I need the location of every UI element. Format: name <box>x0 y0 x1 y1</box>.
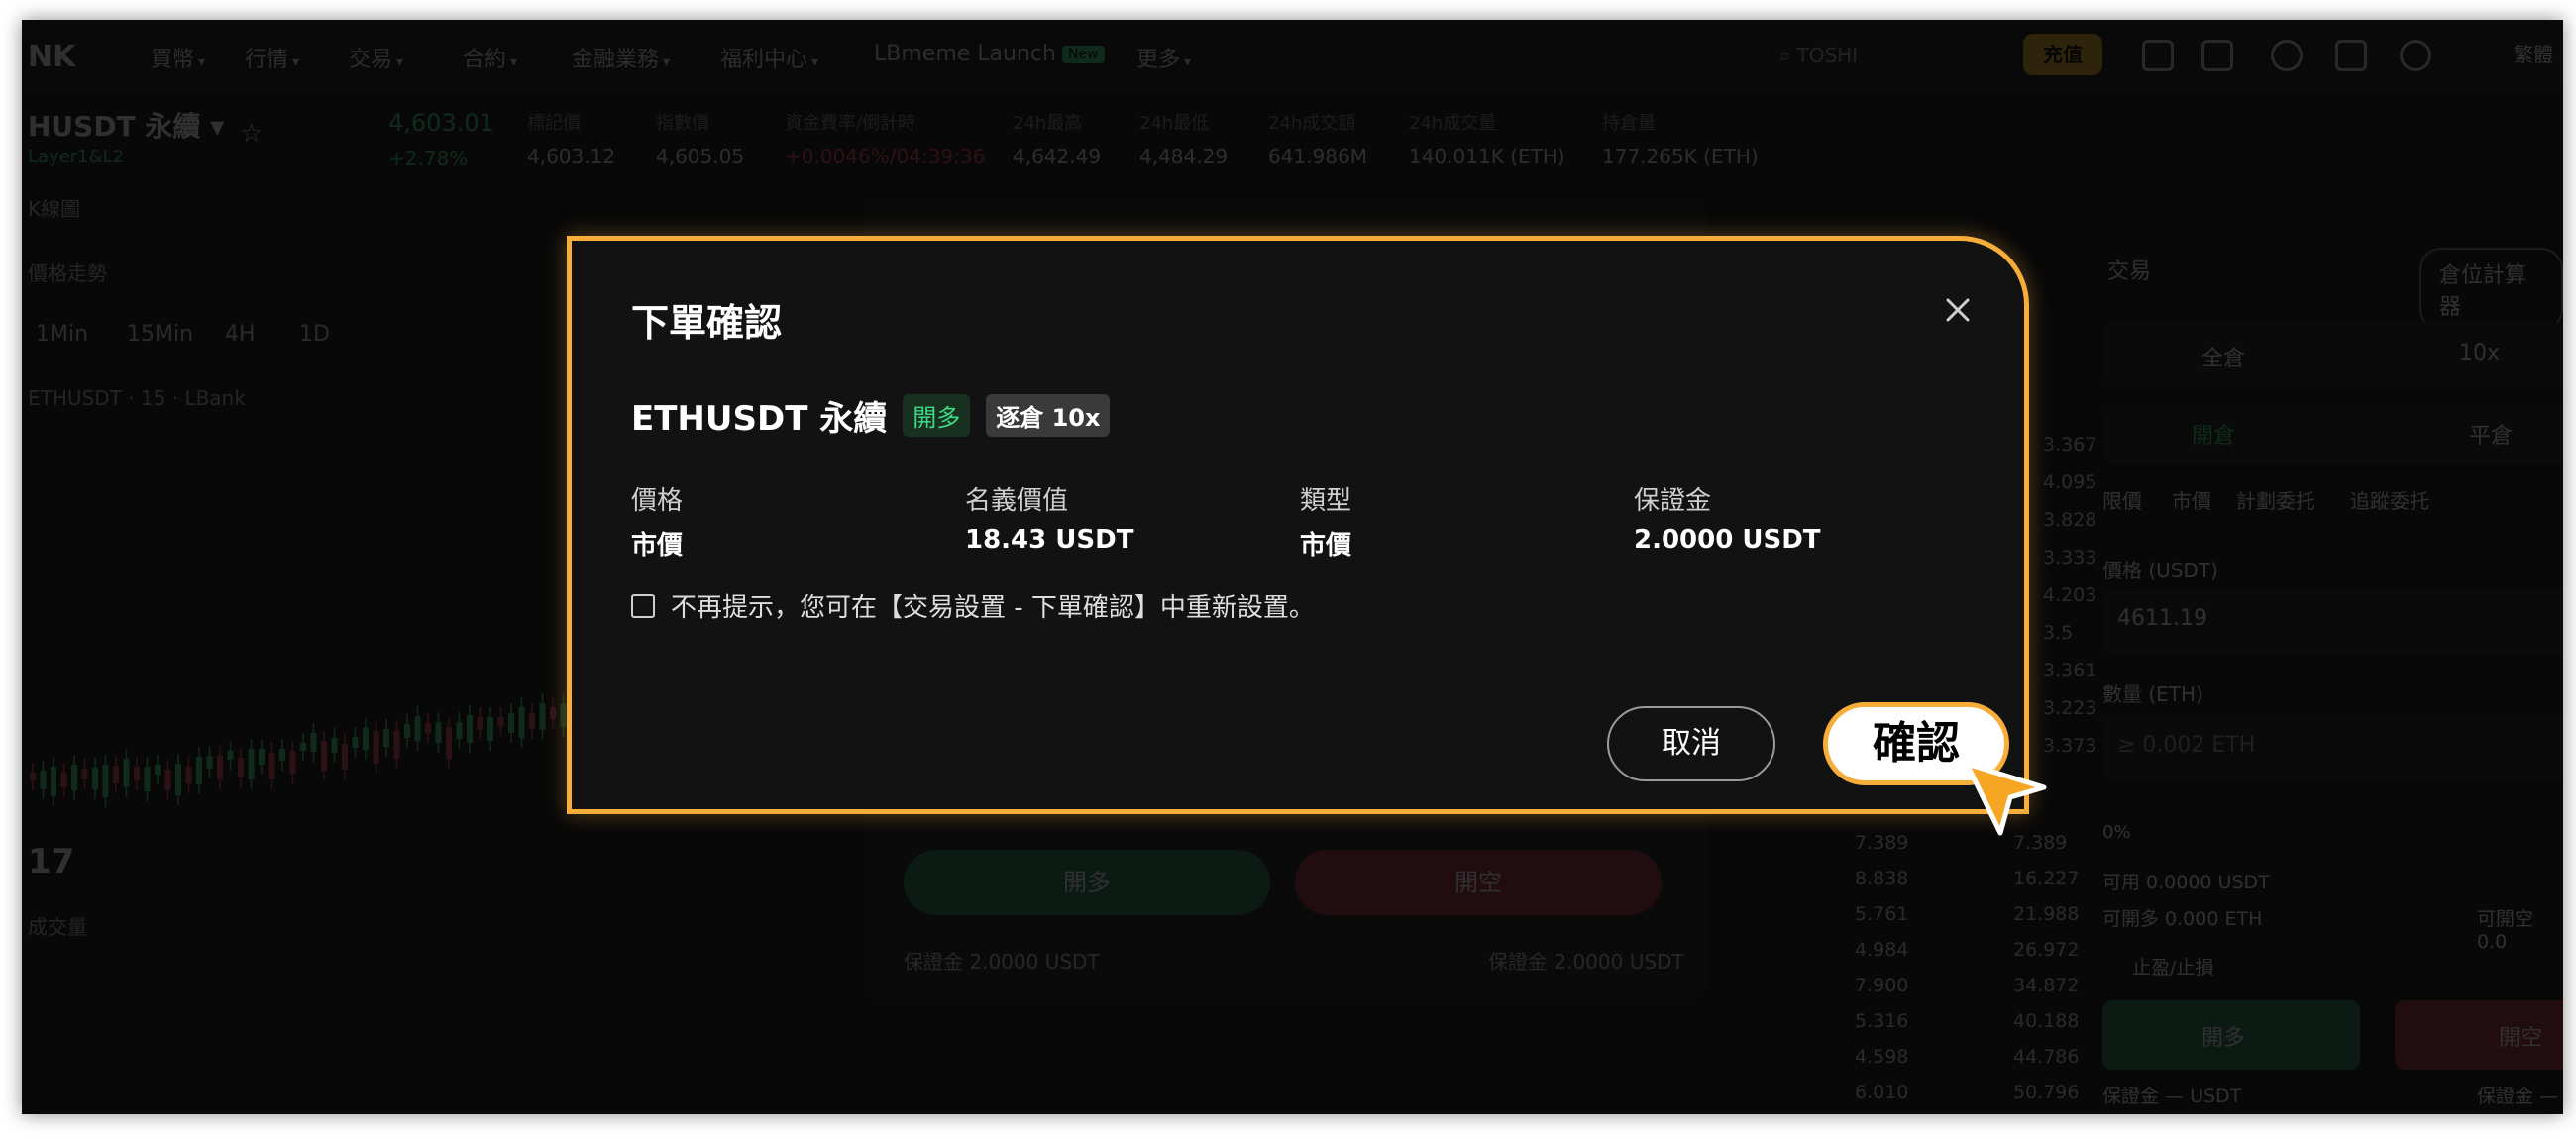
field-value: 18.43 USDT <box>965 525 1134 555</box>
field-value: 市價 <box>631 531 684 561</box>
close-icon[interactable] <box>1934 286 1982 334</box>
field-type: 類型 市價 <box>1300 480 1351 562</box>
cancel-button[interactable]: 取消 <box>1607 706 1775 781</box>
checkbox-label: 不再提示，您可在【交易設置 - 下單確認】中重新設置。 <box>671 593 1315 623</box>
screenshot-frame: NK 買幣 ▾ 行情 ▾ 交易 ▾ 合約 ▾ 金融業務 ▾ 福利中心 ▾ LBmeme La… <box>22 20 2563 1114</box>
dialog-pair-name: ETHUSDT 永續 <box>631 399 888 439</box>
margin-mode-badge: 逐倉 10x <box>986 394 1111 437</box>
side-badge: 開多 <box>903 394 971 437</box>
dialog-pair-row: ETHUSDT 永續 開多 逐倉 10x <box>631 391 1111 440</box>
field-label: 名義價值 <box>965 486 1069 516</box>
field-value: 2.0000 USDT <box>1634 525 1821 555</box>
order-confirm-dialog: 下單確認 ETHUSDT 永續 開多 逐倉 10x 價格 市價 名義價值 18.… <box>567 236 2047 836</box>
field-price: 價格 市價 <box>631 480 683 562</box>
field-margin: 保證金 2.0000 USDT <box>1634 480 1821 555</box>
checkbox-icon[interactable] <box>631 593 655 618</box>
field-notional: 名義價值 18.43 USDT <box>965 480 1133 555</box>
dialog-title: 下單確認 <box>631 301 783 345</box>
field-label: 保證金 <box>1634 486 1712 516</box>
dont-show-again-checkbox[interactable]: 不再提示，您可在【交易設置 - 下單確認】中重新設置。 <box>631 587 1315 624</box>
field-label: 類型 <box>1300 486 1352 516</box>
field-value: 市價 <box>1300 531 1352 561</box>
cursor-pointer-icon <box>1964 761 2047 836</box>
field-label: 價格 <box>631 486 684 516</box>
